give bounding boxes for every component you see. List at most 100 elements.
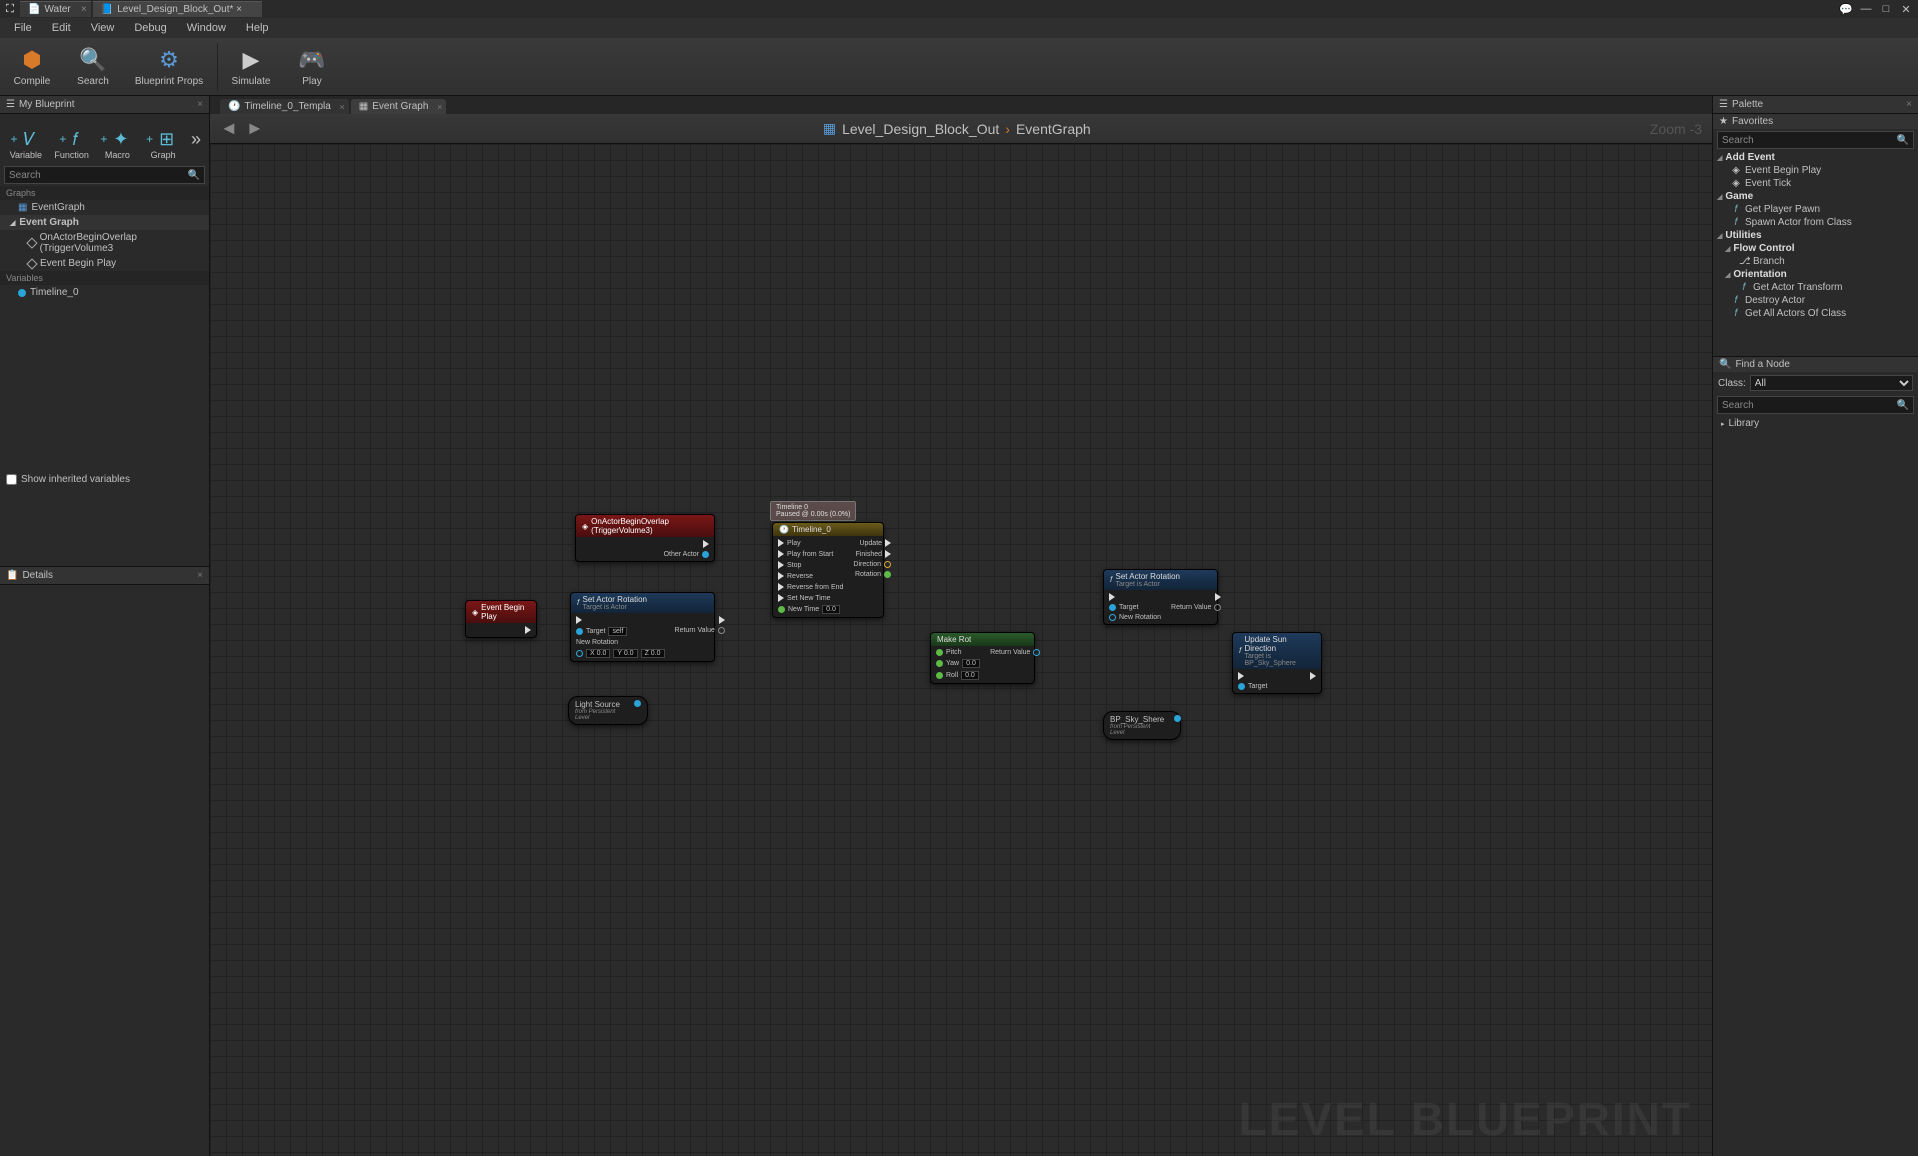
document-tab-water[interactable]: 📄 Water × xyxy=(20,1,91,17)
tree-eventgraph-expand[interactable]: ◢Event Graph xyxy=(0,215,209,230)
exec-pin[interactable] xyxy=(885,550,891,558)
data-pin[interactable] xyxy=(1174,715,1181,722)
menu-window[interactable]: Window xyxy=(177,20,236,36)
cat-util[interactable]: Utilities xyxy=(1713,229,1918,242)
menu-debug[interactable]: Debug xyxy=(124,20,176,36)
data-pin[interactable] xyxy=(1033,649,1040,656)
menu-edit[interactable]: Edit xyxy=(42,20,81,36)
data-pin[interactable] xyxy=(718,627,725,634)
exec-in-pin[interactable] xyxy=(576,616,582,624)
simulate-button[interactable]: ▶ Simulate xyxy=(221,40,281,94)
search-input[interactable]: Search 🔍 xyxy=(4,166,205,184)
play-button[interactable]: 🎮 Play xyxy=(282,40,342,94)
cat-addevent[interactable]: Add Event xyxy=(1713,151,1918,164)
cat-flow[interactable]: Flow Control xyxy=(1713,242,1918,255)
maximize-button[interactable]: □ xyxy=(1878,3,1894,16)
exec-out-pin[interactable] xyxy=(719,616,725,624)
palette-search[interactable]: Search 🔍 xyxy=(1717,131,1914,149)
data-pin[interactable] xyxy=(936,660,943,667)
exec-pin[interactable] xyxy=(778,594,784,602)
data-pin[interactable] xyxy=(576,628,583,635)
menu-view[interactable]: View xyxy=(81,20,125,36)
checkbox[interactable] xyxy=(6,474,17,485)
itm-branch[interactable]: ⎇Branch xyxy=(1713,255,1918,268)
data-pin[interactable] xyxy=(1109,614,1116,621)
find-node-header[interactable]: 🔍 Find a Node xyxy=(1713,357,1918,372)
add-graph-button[interactable]: +⊞Graph xyxy=(141,118,185,160)
data-pin[interactable] xyxy=(1238,683,1245,690)
itm-gat[interactable]: 𝑓Get Actor Transform xyxy=(1713,281,1918,294)
more-icon[interactable]: » xyxy=(187,125,205,154)
panel-header[interactable]: 📋 Details × xyxy=(0,567,209,585)
tree-eventgraph[interactable]: ▦EventGraph xyxy=(0,200,209,215)
itm-gpp[interactable]: 𝑓Get Player Pawn xyxy=(1713,203,1918,216)
minimize-button[interactable]: — xyxy=(1858,3,1874,16)
node-beginplay[interactable]: ◈Event Begin Play xyxy=(465,600,537,638)
data-pin[interactable] xyxy=(1109,604,1116,611)
exec-out-pin[interactable] xyxy=(1310,672,1316,680)
node-setrot2[interactable]: 𝑓Set Actor RotationTarget is Actor Targe… xyxy=(1103,569,1218,625)
compile-button[interactable]: ⬢ Compile xyxy=(2,40,62,94)
library-item[interactable]: ▸Library xyxy=(1713,416,1918,431)
exec-in-pin[interactable] xyxy=(1109,593,1115,601)
close-icon[interactable]: × xyxy=(197,570,203,581)
data-pin[interactable] xyxy=(702,551,709,558)
itm-et[interactable]: ◈Event Tick xyxy=(1713,177,1918,190)
blueprint-props-button[interactable]: ⚙ Blueprint Props xyxy=(124,40,214,94)
node-overlap[interactable]: ◈OnActorBeginOverlap (TriggerVolume3) Ot… xyxy=(575,514,715,562)
node-makerot[interactable]: Make Rot Pitch Yaw0.0 Roll0.0 Return Val… xyxy=(930,632,1035,684)
tree-timeline-var[interactable]: Timeline_0 xyxy=(0,285,209,300)
data-pin[interactable] xyxy=(884,571,891,578)
data-pin[interactable] xyxy=(936,649,943,656)
cat-orient[interactable]: Orientation xyxy=(1713,268,1918,281)
exec-out-pin[interactable] xyxy=(703,540,709,548)
data-pin[interactable] xyxy=(778,606,785,613)
exec-pin[interactable] xyxy=(778,561,784,569)
itm-da[interactable]: 𝑓Destroy Actor xyxy=(1713,294,1918,307)
back-button[interactable]: ◄ xyxy=(220,118,238,139)
crumb-level[interactable]: Level_Design_Block_Out xyxy=(842,121,999,137)
close-button[interactable]: ✕ xyxy=(1898,3,1914,16)
close-icon[interactable]: × xyxy=(81,4,87,15)
panel-header[interactable]: ☰ Palette × xyxy=(1713,96,1918,114)
add-function-button[interactable]: +𝑓Function xyxy=(50,118,94,160)
data-pin[interactable] xyxy=(576,650,583,657)
itm-ebp[interactable]: ◈Event Begin Play xyxy=(1713,164,1918,177)
menu-file[interactable]: File xyxy=(4,20,42,36)
findnode-search[interactable]: Search 🔍 xyxy=(1717,396,1914,414)
node-lightsource[interactable]: Light Sourcefrom Persistent Level xyxy=(568,696,648,725)
crumb-eventgraph[interactable]: EventGraph xyxy=(1016,121,1091,137)
panel-header[interactable]: ☰ My Blueprint × xyxy=(0,96,209,114)
notification-icon[interactable]: 💬 xyxy=(1838,3,1854,16)
data-pin[interactable] xyxy=(884,561,891,568)
forward-button[interactable]: ► xyxy=(246,118,264,139)
exec-out-pin[interactable] xyxy=(1215,593,1221,601)
data-pin[interactable] xyxy=(936,672,943,679)
node-updatesun[interactable]: 𝑓Update Sun DirectionTarget is BP_Sky_Sp… xyxy=(1232,632,1322,694)
cat-game[interactable]: Game xyxy=(1713,190,1918,203)
exec-pin[interactable] xyxy=(778,550,784,558)
exec-pin[interactable] xyxy=(778,583,784,591)
exec-out-pin[interactable] xyxy=(525,626,531,634)
data-pin[interactable] xyxy=(1214,604,1221,611)
close-icon[interactable]: × xyxy=(340,102,345,112)
itm-sac[interactable]: 𝑓Spawn Actor from Class xyxy=(1713,216,1918,229)
tree-beginplay[interactable]: Event Begin Play xyxy=(0,256,209,271)
close-icon[interactable]: × xyxy=(1906,99,1912,110)
menu-help[interactable]: Help xyxy=(236,20,279,36)
tab-event-graph[interactable]: ▦ Event Graph × xyxy=(351,99,447,114)
tree-overlap[interactable]: OnActorBeginOverlap (TriggerVolume3 xyxy=(0,230,209,256)
data-pin[interactable] xyxy=(634,700,641,707)
tab-timeline-template[interactable]: 🕐 Timeline_0_Templa × xyxy=(220,99,349,114)
node-skysphere[interactable]: BP_Sky_Sherefrom Persistent Level xyxy=(1103,711,1181,740)
search-button[interactable]: 🔍 Search xyxy=(63,40,123,94)
add-variable-button[interactable]: +𝑉Variable xyxy=(4,118,48,160)
node-setrot1[interactable]: 𝑓Set Actor RotationTarget is Actor Targe… xyxy=(570,592,715,662)
show-inherited-checkbox[interactable]: Show inherited variables xyxy=(0,470,209,489)
favorites-header[interactable]: ★ Favorites xyxy=(1713,114,1918,129)
document-tab-level[interactable]: 📘 Level_Design_Block_Out* × xyxy=(93,1,262,17)
itm-gaoc[interactable]: 𝑓Get All Actors Of Class xyxy=(1713,307,1918,320)
exec-in-pin[interactable] xyxy=(1238,672,1244,680)
exec-pin[interactable] xyxy=(778,572,784,580)
graph-canvas[interactable]: Timeline 0 Paused @ 0.00s (0.0%) ◈OnActo… xyxy=(210,144,1712,1156)
